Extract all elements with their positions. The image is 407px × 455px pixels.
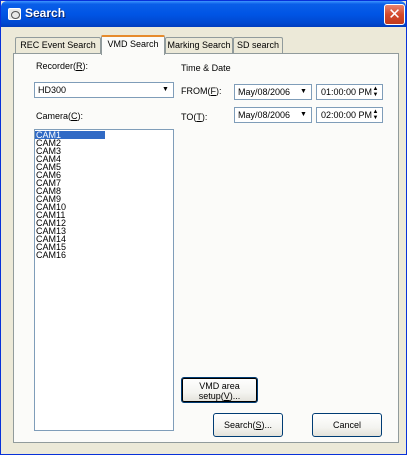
camera-label: Camera(C): xyxy=(36,111,84,121)
search-button[interactable]: Search(S)... xyxy=(213,413,283,437)
title-bar[interactable]: Search ✕ xyxy=(1,1,406,27)
window-title: Search xyxy=(25,6,66,20)
from-label: FROM(F): xyxy=(181,86,222,96)
chevron-down-icon[interactable]: ▼ xyxy=(297,109,310,121)
from-date-picker[interactable]: May/08/2006 ▼ xyxy=(234,84,312,100)
tab-sd-search[interactable]: SD search xyxy=(233,37,283,54)
tab-rec-event-search[interactable]: REC Event Search xyxy=(15,37,101,54)
vmd-area-setup-button[interactable]: VMD area setup(V)... xyxy=(181,377,258,403)
cancel-button[interactable]: Cancel xyxy=(312,413,382,437)
from-date-value: May/08/2006 xyxy=(238,87,291,97)
tab-marking-search[interactable]: Marking Search xyxy=(165,37,233,54)
to-time-spinner[interactable]: 02:00:00 PM ▲ ▼ xyxy=(316,107,383,123)
list-item[interactable]: CAM16 xyxy=(35,251,173,260)
to-time-value: 02:00:00 PM xyxy=(321,110,373,120)
camera-listbox[interactable]: CAM1 CAM2 CAM3 CAM4 CAM5 CAM6 CAM7 CAM8 … xyxy=(34,129,174,431)
recorder-value: HD300 xyxy=(38,85,67,95)
tab-vmd-search[interactable]: VMD Search xyxy=(101,35,165,55)
search-dialog: Search ✕ REC Event Search VMD Search Mar… xyxy=(0,0,407,455)
to-date-value: May/08/2006 xyxy=(238,110,291,120)
spin-buttons[interactable]: ▲ ▼ xyxy=(370,109,381,121)
chevron-down-icon[interactable]: ▼ xyxy=(159,84,172,96)
recorder-select[interactable]: HD300 ▼ xyxy=(34,82,174,98)
spin-buttons[interactable]: ▲ ▼ xyxy=(370,86,381,98)
time-date-heading: Time & Date xyxy=(181,63,231,73)
from-time-spinner[interactable]: 01:00:00 PM ▲ ▼ xyxy=(316,84,383,100)
spin-down-icon[interactable]: ▼ xyxy=(373,92,379,98)
to-date-picker[interactable]: May/08/2006 ▼ xyxy=(234,107,312,123)
recorder-label: Recorder(R): xyxy=(36,61,89,71)
spin-down-icon[interactable]: ▼ xyxy=(373,115,379,121)
app-icon xyxy=(8,8,21,20)
from-time-value: 01:00:00 PM xyxy=(321,87,373,97)
chevron-down-icon[interactable]: ▼ xyxy=(297,86,310,98)
close-button[interactable]: ✕ xyxy=(384,4,405,25)
to-label: TO(T): xyxy=(181,112,208,122)
